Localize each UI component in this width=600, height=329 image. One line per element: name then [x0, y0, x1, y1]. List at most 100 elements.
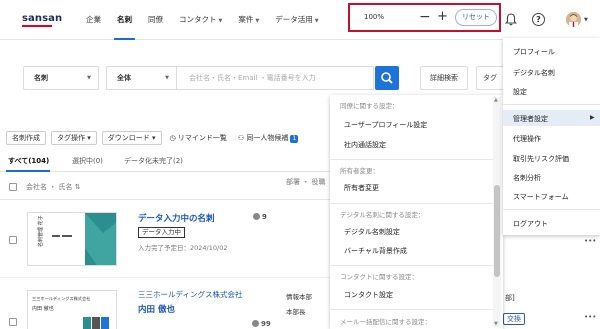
person-name-link[interactable]: 内田 傲也	[138, 303, 175, 315]
menu-item-smart-form[interactable]: スマートフォーム	[513, 192, 569, 202]
card-image: 三三ホールディングス株式会社 内田 傲也	[28, 291, 116, 329]
submenu-section-heading: 所有者変更：	[340, 167, 379, 175]
column-header-name[interactable]: 会社名 ・ 氏名 ⇅	[26, 182, 81, 192]
exchange-button[interactable]: 交換	[503, 313, 525, 325]
department: 情報本部	[286, 293, 312, 301]
row-checkbox[interactable]	[9, 236, 17, 244]
column-header-department[interactable]: 部署 ・ 役職	[286, 178, 326, 187]
svg-text:内田 傲也: 内田 傲也	[32, 305, 54, 312]
tab-selected[interactable]: 選択中(0)	[72, 156, 103, 166]
search-button[interactable]	[375, 66, 399, 90]
advanced-search-button[interactable]: 詳細検索	[420, 66, 468, 90]
tag-operations-button[interactable]: タグ操作 ▾	[51, 131, 97, 145]
menu-item-proxy-operation[interactable]: 代理操作	[513, 134, 541, 144]
clock-icon: ◷	[169, 134, 176, 142]
submenu-section-heading: 同僚に関する設定：	[340, 102, 399, 110]
active-tab-indicator	[6, 170, 50, 172]
same-person-candidates-link[interactable]: ⚇ 同一人物候補 1	[235, 131, 301, 145]
company-name-link[interactable]: 三三ホールディングス株式会社	[138, 289, 242, 300]
business-card-thumbnail[interactable]: 名刺管理 花子	[27, 212, 117, 266]
business-card-thumbnail[interactable]: 三三ホールディングス株式会社 内田 傲也	[27, 290, 117, 329]
avatar-image	[566, 12, 581, 27]
zoom-out-button[interactable]: −	[419, 7, 431, 27]
card-count-icon	[253, 213, 260, 220]
search-input[interactable]: 会社名・氏名・Email ・電話番号を入力	[176, 66, 374, 90]
divider	[330, 159, 495, 160]
nav-data-utilization[interactable]: データ活用 ▼	[267, 0, 326, 40]
search-scope-select[interactable]: 名刺 ▼	[23, 66, 99, 90]
avatar[interactable]	[566, 12, 581, 27]
search-filter-select[interactable]: 全体 ▼	[106, 66, 176, 90]
job-title: 本部長	[286, 308, 306, 316]
more-options-icon[interactable]: •••	[584, 313, 596, 321]
menu-item-contact-settings[interactable]: コンタクト設定	[344, 290, 393, 300]
chevron-down-icon[interactable]: ▼	[584, 17, 588, 23]
svg-text:名刺管理 花子: 名刺管理 花子	[37, 215, 44, 247]
divider	[330, 309, 495, 310]
card-toolbar: 名刺作成 タグ操作 ▾ ダウンロード ▾ ◷ リマインド一覧 ⚇ 同一人物候補 1	[6, 130, 301, 146]
zoom-control-highlight: 100% − + リセット	[348, 3, 501, 32]
exchange-count: 99	[252, 320, 271, 328]
sort-icon: ⇅	[74, 183, 81, 191]
sansan-logo[interactable]: sansan	[22, 13, 62, 24]
admin-settings-submenu: 同僚に関する設定： ユーザープロフィール設定 社内通話設定 所有者変更： 所有者…	[330, 95, 503, 329]
menu-item-virtual-background[interactable]: バーチャル背景作成	[344, 246, 407, 256]
download-button[interactable]: ダウンロード ▾	[101, 131, 162, 145]
divider	[330, 265, 495, 266]
svg-text:三三ホールディングス株式会社: 三三ホールディングス株式会社	[32, 295, 90, 302]
help-icon[interactable]: ?	[532, 13, 545, 26]
table-row[interactable]: 名刺管理 花子 データ入力中の名刺 9 データ入力中 入力完了予定日：2024/…	[0, 200, 340, 278]
submenu-section-heading: デジタル名刺に関する設定：	[340, 211, 425, 219]
chevron-down-icon: ▼	[314, 18, 319, 24]
chevron-down-icon: ▾	[151, 134, 156, 142]
logo-underline	[22, 25, 52, 27]
select-all-checkbox[interactable]	[9, 183, 17, 191]
menu-item-profile[interactable]: プロフィール	[513, 47, 555, 57]
create-card-button[interactable]: 名刺作成	[6, 131, 46, 145]
chevron-down-icon: ▾	[87, 134, 91, 142]
scroll-up-icon: ▲	[494, 97, 498, 103]
menu-item-user-profile-settings[interactable]: ユーザープロフィール設定	[344, 120, 427, 130]
tab-incomplete[interactable]: データ化未完了(2)	[124, 156, 183, 166]
menu-item-internal-call-settings[interactable]: 社内通話設定	[344, 140, 386, 150]
status-badge: データ入力中	[138, 227, 185, 238]
menu-item-digital-card[interactable]: デジタル名刺	[513, 68, 555, 78]
scrollbar-thumb[interactable]	[494, 185, 500, 277]
submenu-section-heading: コンタクトに関する設定：	[340, 273, 418, 281]
tab-all[interactable]: すべて(104)	[8, 156, 49, 166]
chevron-right-icon: ▶	[590, 114, 595, 121]
card-image: 名刺管理 花子	[28, 213, 116, 265]
chevron-down-icon: ▼	[218, 18, 223, 24]
table-row[interactable]: 三三ホールディングス株式会社 内田 傲也 三三ホールディングス株式会社 内田 傲…	[0, 280, 340, 329]
menu-item-card-analysis[interactable]: 名刺分析	[513, 173, 541, 183]
search-icon	[381, 72, 393, 84]
menu-item-change-owner[interactable]: 所有者変更	[344, 183, 379, 193]
menu-item-digital-card-settings[interactable]: デジタル名刺設定	[344, 227, 400, 237]
submenu-scrollbar[interactable]: ▲ ▼	[493, 97, 501, 327]
divider	[330, 203, 495, 204]
nav-deals[interactable]: 案件 ▼	[230, 0, 267, 40]
chevron-down-icon: ▼	[165, 75, 169, 81]
card-count-icon	[252, 320, 259, 327]
divider	[503, 104, 600, 105]
zoom-reset-button[interactable]: リセット	[455, 9, 497, 26]
exchange-count: 9	[253, 213, 267, 221]
more-options-icon[interactable]: •••	[584, 237, 596, 245]
nav-contacts[interactable]: コンタクト ▼	[171, 0, 230, 40]
nav-companies[interactable]: 企業	[78, 0, 109, 40]
card-name-link[interactable]: データ入力中の名刺	[138, 212, 215, 224]
card-tabs: すべて(104) 選択中(0) データ化未完了(2)	[0, 152, 335, 172]
menu-item-logout[interactable]: ログアウト	[513, 219, 548, 229]
menu-item-risk-evaluation[interactable]: 取引先リスク評価	[513, 154, 569, 164]
zoom-in-button[interactable]: +	[437, 7, 448, 27]
candidates-count-badge: 1	[290, 135, 299, 143]
row-checkbox[interactable]	[9, 318, 17, 326]
bell-icon[interactable]	[505, 13, 517, 26]
nav-colleagues[interactable]: 同僚	[140, 0, 171, 40]
reminder-list-link[interactable]: ◷ リマインド一覧	[167, 131, 230, 145]
menu-item-settings[interactable]: 設定	[513, 87, 527, 97]
menu-item-admin-settings[interactable]: 管理者設定	[513, 114, 548, 124]
top-nav-bar: sansan 企業 名刺 同僚 コンタクト ▼ 案件 ▼ データ活用 ▼ 100% −…	[0, 0, 600, 40]
nav-business-cards[interactable]: 名刺	[109, 0, 140, 40]
people-icon: ⚇	[237, 134, 245, 142]
